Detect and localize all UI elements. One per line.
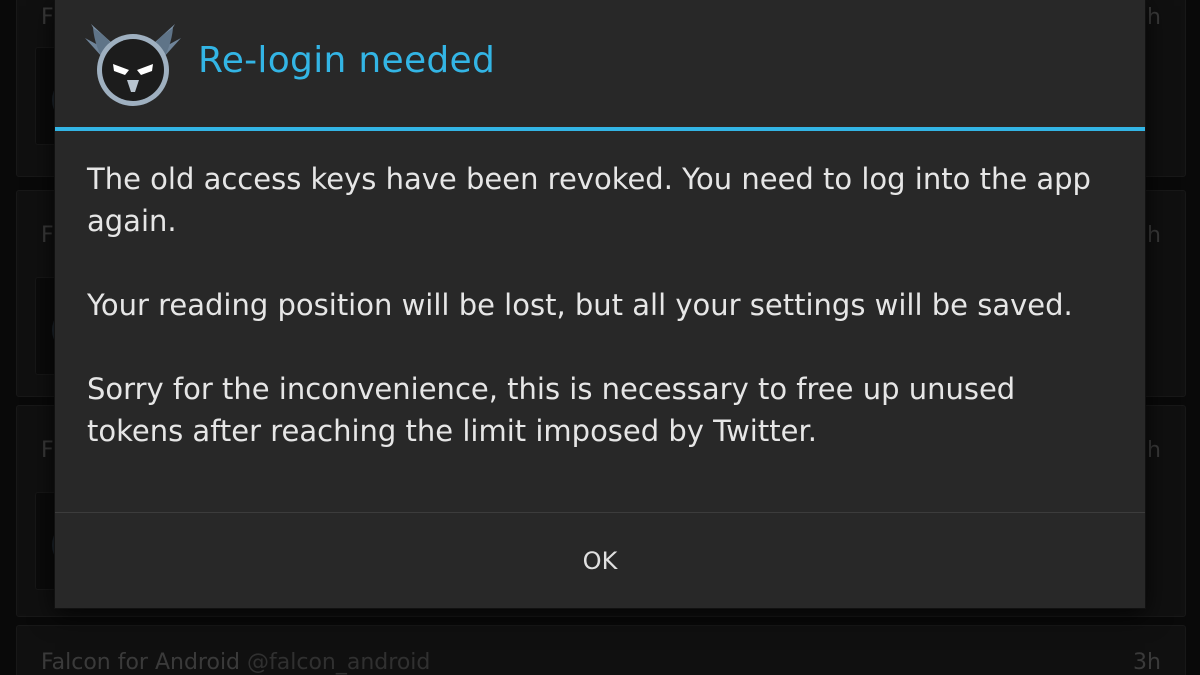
message-paragraph: Sorry for the inconvenience, this is nec… (87, 372, 1016, 448)
dialog-header: Re-login needed (55, 0, 1145, 128)
dialog-message: The old access keys have been revoked. Y… (87, 158, 1097, 494)
message-paragraph: Your reading position will be lost, but … (87, 288, 1073, 322)
screen: F 3h F 3h F 3h Falcon for Android @falco… (0, 0, 1200, 675)
title-divider (55, 127, 1145, 131)
dialog-title: Re-login needed (198, 40, 496, 81)
relogin-dialog: Re-login needed The old access keys have… (55, 0, 1145, 608)
message-paragraph: The old access keys have been revoked. Y… (87, 162, 1091, 238)
falcon-logo-icon (85, 24, 181, 106)
ok-button[interactable]: OK (55, 513, 1145, 608)
